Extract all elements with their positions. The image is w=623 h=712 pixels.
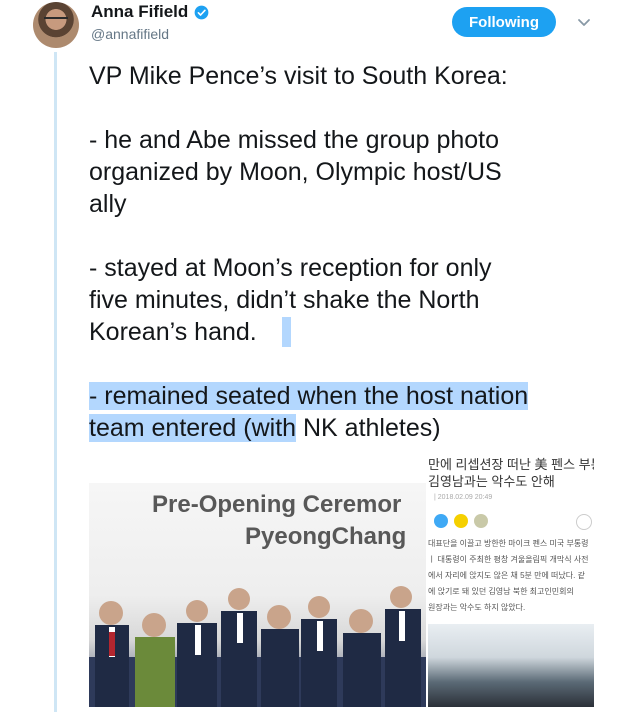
tweet-line-selected: - remained seated when the host nation — [89, 380, 609, 412]
thread-line — [54, 52, 57, 712]
article-date: | 2018.02.09 20:49 — [434, 494, 493, 501]
avatar-glasses — [44, 17, 68, 26]
user-handle[interactable]: @annafifield — [91, 26, 169, 42]
chevron-down-icon[interactable] — [576, 14, 592, 30]
share-more-icon — [474, 514, 488, 528]
tweet-line: - he and Abe missed the group photo — [89, 126, 500, 154]
headline-line: 김영남과는 악수도 안해 — [428, 474, 555, 489]
tweet-text: VP Mike Pence’s visit to South Korea: - … — [89, 60, 609, 444]
headline-line: 만에 리셉션장 떠난 美 펜스 부통 — [428, 457, 594, 472]
user-name[interactable]: Anna Fifield — [91, 2, 188, 22]
tweet-line: Korean’s hand. — [89, 318, 257, 346]
photo-banner-text: Pre-Opening Ceremor — [152, 491, 402, 518]
tweet-line: five minutes, didn’t shake the North — [89, 286, 480, 314]
selected-text: team entered (with — [89, 414, 297, 442]
tweet-line-selected: team entered (with NK athletes) — [89, 412, 609, 444]
share-icon — [434, 514, 448, 528]
article-line: 원장과는 악수도 하지 않았다. — [428, 603, 526, 612]
bookmark-icon — [576, 514, 592, 530]
avatar[interactable] — [33, 2, 79, 48]
article-body: 대표단을 이끌고 방한한 마이크 펜스 미국 부통령 ㅣ 대통령이 주최한 평창… — [428, 536, 589, 616]
article-photo — [428, 624, 594, 707]
article-line: 에 앉기로 돼 있던 김영남 북한 최고인민회의 — [428, 587, 574, 596]
photo-banner-text: PyeongChang — [245, 523, 407, 550]
article-line: 대표단을 이끌고 방한한 마이크 펜스 미국 부통령 — [428, 539, 589, 548]
crowd-photo-illustration — [89, 586, 426, 707]
tweet-photo-ceremony[interactable]: Pre-Opening Ceremor PyeongChang — [89, 483, 426, 707]
tweet-line: ally — [89, 190, 127, 218]
tweet-text-rest: NK athletes) — [296, 414, 441, 442]
tweet-line: - stayed at Moon’s reception for only — [89, 254, 492, 282]
tweet-line: organized by Moon, Olympic host/US — [89, 158, 502, 186]
verified-badge-icon — [194, 5, 209, 20]
selected-text: - remained seated when the host nation — [89, 382, 529, 410]
tweet-line: VP Mike Pence’s visit to South Korea: — [89, 62, 508, 90]
kakao-icon — [454, 514, 468, 528]
tweet-photo-article[interactable]: 만에 리셉션장 떠난 美 펜스 부통 김영남과는 악수도 안해 | 2018.0… — [428, 450, 594, 707]
selection-highlight — [282, 317, 291, 347]
article-headline: 만에 리셉션장 떠난 美 펜스 부통 김영남과는 악수도 안해 — [428, 456, 594, 490]
article-line: ㅣ 대통령이 주최한 평창 겨울올림픽 개막식 사전 — [428, 555, 589, 564]
article-line: 에서 자리에 앉지도 않은 채 5분 만에 떠났다. 같 — [428, 571, 585, 580]
following-button[interactable]: Following — [452, 7, 556, 37]
